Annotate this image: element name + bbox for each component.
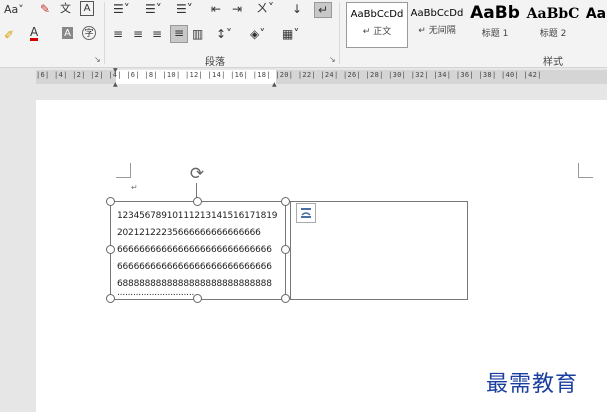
change-case-button[interactable]: Aa˅	[4, 3, 24, 17]
resize-handle-top-right[interactable]	[281, 197, 290, 206]
text-line: 12345678910111213141516171819	[117, 211, 278, 221]
style-tile-heading-2[interactable]: AaBbC 标题 2	[526, 2, 580, 46]
font-dialog-launcher-icon[interactable]: ↘	[94, 55, 101, 64]
margin-corner-mark	[116, 163, 131, 178]
font-color-icon[interactable]: A	[30, 26, 39, 41]
style-preview: AaBbC	[526, 6, 580, 22]
resize-handle-bottom-right[interactable]	[281, 294, 290, 303]
justify-icon[interactable]: ≡	[170, 25, 188, 43]
borders-icon[interactable]: ▦˅	[282, 27, 299, 41]
style-preview: AaBbCcDd	[410, 8, 464, 19]
style-tile-no-spacing[interactable]: AaBbCcDd ↵ 无间隔	[409, 2, 465, 46]
style-preview: Aa	[585, 6, 607, 22]
resize-handle-bottom-left[interactable]	[106, 294, 115, 303]
text-line: 6666666666666666666666666666	[117, 262, 272, 272]
style-name: 标题 1	[481, 29, 509, 39]
sort-icon[interactable]: ↓	[292, 2, 302, 16]
resize-handle-top-left[interactable]	[106, 197, 115, 206]
hanging-indent-marker[interactable]: ▲	[113, 81, 118, 88]
style-tile-heading-1[interactable]: AaBb 标题 1	[468, 2, 522, 46]
align-right-icon[interactable]: ≡	[152, 27, 162, 41]
increase-indent-icon[interactable]: ⇥	[232, 2, 242, 16]
layout-options-button[interactable]	[296, 203, 316, 223]
rotate-handle-icon[interactable]: ⟳	[187, 164, 207, 184]
margin-corner-mark	[578, 163, 593, 178]
phonetic-guide-icon[interactable]: 文	[60, 2, 71, 16]
style-tile-title[interactable]: Aa	[585, 2, 607, 46]
text-line: 20212122235666666666666666	[117, 228, 261, 238]
paragraph-group-label: 段落	[205, 57, 225, 68]
ruler-ticks: |6| |4| |2| |2| |4| |6| |8| |10| |12| |1…	[36, 71, 542, 79]
show-marks-icon[interactable]: ↵	[314, 2, 332, 18]
resize-handle-bottom[interactable]	[193, 294, 202, 303]
change-case-label: Aa	[4, 3, 19, 16]
shading-icon[interactable]: ◈˅	[250, 27, 265, 41]
align-left-icon[interactable]: ≡	[113, 27, 123, 41]
decrease-indent-icon[interactable]: ⇤	[211, 2, 221, 16]
right-indent-marker[interactable]: ▲	[272, 81, 277, 88]
style-name: 标题 2	[539, 29, 567, 39]
style-name: ↵ 正文	[362, 27, 392, 37]
style-preview: AaBb	[470, 3, 520, 23]
clear-formatting-icon[interactable]: ✎	[40, 2, 50, 16]
styles-group-label: 样式	[543, 57, 563, 68]
character-border-icon[interactable]: A	[80, 1, 94, 16]
text-box-1[interactable]: 12345678910111213141516171819 2021212223…	[110, 201, 286, 300]
layout-options-icon	[301, 208, 311, 218]
style-name: ↵ 无间隔	[418, 26, 456, 36]
first-line-indent-marker[interactable]: ▼	[113, 67, 118, 74]
bullets-icon[interactable]: ☰˅	[113, 2, 130, 16]
paragraph-mark: ↵	[131, 183, 138, 192]
text-line: 6666666666666666666666666666	[117, 245, 272, 255]
style-tile-normal[interactable]: AaBbCcDd ↵ 正文	[346, 2, 408, 48]
resize-handle-top[interactable]	[193, 197, 202, 206]
ribbon: Aa˅ ✎ 文 A ✐ A A 字 ☰˅ ☰˅ ☰˅ ⇤ ⇥ ㄨ˅ ↓ ↵ ≡ …	[0, 0, 607, 68]
chinese-layout-icon[interactable]: ㄨ˅	[256, 1, 274, 15]
watermark: 最需教育	[486, 372, 579, 397]
distributed-icon[interactable]: ▥	[192, 27, 203, 41]
text-box-2[interactable]	[290, 201, 468, 300]
horizontal-ruler[interactable]: |6| |4| |2| |2| |4| |6| |8| |10| |12| |1…	[36, 70, 607, 84]
multilevel-list-icon[interactable]: ☰˅	[176, 2, 193, 16]
resize-handle-left[interactable]	[106, 245, 115, 254]
resize-handle-right[interactable]	[281, 245, 290, 254]
style-preview: AaBbCcDd	[350, 9, 404, 20]
numbering-icon[interactable]: ☰˅	[145, 2, 162, 16]
line-spacing-icon[interactable]: ↕˅	[216, 27, 232, 41]
align-center-icon[interactable]: ≡	[133, 27, 143, 41]
text-box-1-content[interactable]: 12345678910111213141516171819 2021212223…	[117, 208, 277, 302]
enclose-characters-icon[interactable]: 字	[82, 26, 96, 40]
character-shading-icon[interactable]: A	[62, 27, 73, 39]
group-separator	[339, 2, 340, 64]
group-separator	[104, 2, 105, 64]
highlight-color-icon[interactable]: ✐	[4, 28, 14, 42]
paragraph-dialog-launcher-icon[interactable]: ↘	[329, 55, 336, 64]
